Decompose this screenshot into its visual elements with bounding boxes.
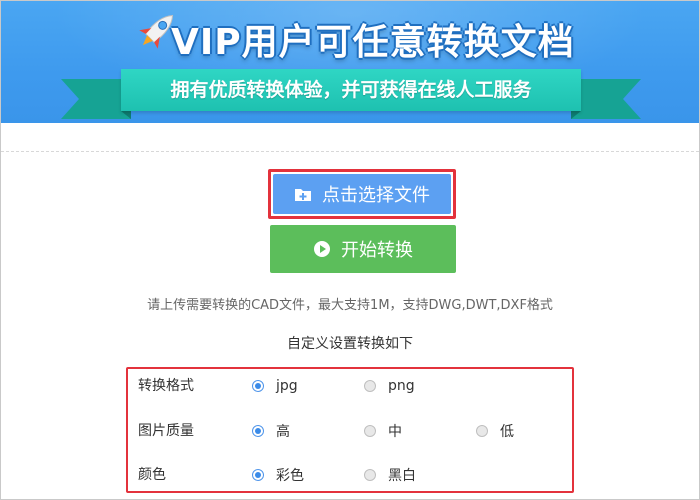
- radio-checked-icon[interactable]: [252, 425, 264, 437]
- add-file-icon: [294, 186, 312, 202]
- start-convert-button[interactable]: 开始转换: [270, 225, 456, 273]
- banner-title: VIP用户可任意转换文档: [171, 22, 575, 63]
- play-icon: [313, 240, 331, 258]
- banner-subtitle: 拥有优质转换体验，并可获得在线人工服务: [170, 79, 532, 101]
- banner-ribbon: 拥有优质转换体验，并可获得在线人工服务: [61, 59, 641, 121]
- quality-option-low[interactable]: 低: [476, 421, 514, 441]
- quality-option-high[interactable]: 高: [252, 421, 290, 441]
- radio-unchecked-icon[interactable]: [364, 425, 376, 437]
- quality-option-medium[interactable]: 中: [364, 421, 402, 441]
- radio-unchecked-icon[interactable]: [364, 469, 376, 481]
- format-label: 转换格式: [138, 378, 194, 394]
- color-option-color[interactable]: 彩色: [252, 465, 304, 485]
- color-option-bw[interactable]: 黑白: [364, 465, 416, 485]
- radio-checked-icon[interactable]: [252, 380, 264, 392]
- quality-label: 图片质量: [138, 423, 194, 439]
- format-row: 转换格式 jpg png: [128, 376, 576, 396]
- quality-row: 图片质量 高 中 低: [128, 421, 576, 441]
- select-file-button[interactable]: 点击选择文件: [273, 174, 451, 214]
- vip-banner: VIP用户可任意转换文档 拥有优质转换体验，并可获得在线人工服务: [1, 1, 699, 123]
- radio-checked-icon[interactable]: [252, 469, 264, 481]
- color-label: 颜色: [138, 467, 166, 483]
- section-divider: [1, 151, 699, 152]
- format-option-png[interactable]: png: [364, 376, 415, 396]
- settings-panel: 转换格式 jpg png 图片质量 高 中 低 颜色 彩色 黑白: [126, 367, 574, 493]
- radio-unchecked-icon[interactable]: [476, 425, 488, 437]
- radio-unchecked-icon[interactable]: [364, 380, 376, 392]
- format-option-jpg[interactable]: jpg: [252, 376, 298, 396]
- start-convert-label: 开始转换: [341, 240, 413, 261]
- upload-hint: 请上传需要转换的CAD文件，最大支持1M，支持DWG,DWT,DXF格式: [147, 298, 553, 313]
- color-row: 颜色 彩色 黑白: [128, 465, 576, 485]
- ribbon-band: 拥有优质转换体验，并可获得在线人工服务: [121, 69, 581, 111]
- select-file-label: 点击选择文件: [322, 185, 430, 206]
- settings-title: 自定义设置转换如下: [287, 336, 413, 352]
